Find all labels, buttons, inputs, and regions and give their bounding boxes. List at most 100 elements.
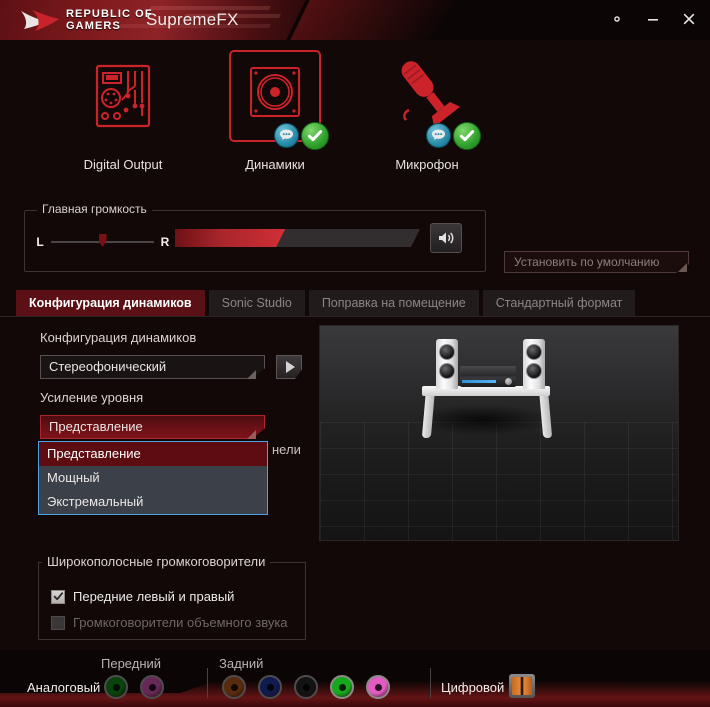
- speaker-config-label: Конфигурация динамиков: [40, 330, 197, 345]
- full-range-speakers-group: Широкополосные громкоговорители Передние…: [38, 554, 306, 640]
- device-label: Микрофон: [395, 157, 459, 172]
- side-black-jack[interactable]: [294, 675, 318, 699]
- rog-logo-icon: [18, 8, 62, 34]
- banner-sheen: [290, 0, 490, 40]
- balance-thumb[interactable]: [98, 234, 107, 247]
- speaker-config-dropdown[interactable]: Стереофонический: [40, 355, 265, 379]
- close-button[interactable]: [678, 8, 700, 30]
- tab-bar: Конфигурация динамиков Sonic Studio Попр…: [16, 290, 636, 316]
- title-bar: REPUBLIC OF GAMERS SupremeFX: [0, 0, 710, 40]
- preview-speaker-driver: [439, 344, 455, 360]
- close-icon: [683, 13, 695, 25]
- tab-speaker-configuration[interactable]: Конфигурация динамиков: [16, 290, 205, 316]
- device-selector-row: Digital Output Динамики Микрофон: [0, 44, 710, 184]
- device-icon-wrap: [227, 48, 329, 150]
- checkbox-front-left-right-row[interactable]: Передние левый и правый: [51, 589, 234, 604]
- level-gain-dropdown[interactable]: Представление: [40, 415, 265, 439]
- balance-track[interactable]: [51, 234, 154, 247]
- level-gain-dropdown-arrow-icon[interactable]: [247, 430, 256, 439]
- rear-jack-group: [222, 675, 390, 699]
- master-volume-title: Главная громкость: [37, 202, 152, 216]
- device-label: Digital Output: [83, 157, 163, 172]
- balance-slider[interactable]: L R: [35, 229, 170, 255]
- preview-speaker-driver: [526, 344, 542, 360]
- device-digital-output[interactable]: Digital Output: [48, 44, 198, 184]
- mic-in-pink-jack[interactable]: [140, 675, 164, 699]
- preview-speaker-driver: [526, 363, 542, 379]
- jack-hole: [148, 683, 156, 691]
- rog-brand-line-2: GAMERS: [66, 20, 121, 32]
- rog-brand-line-1: REPUBLIC OF: [66, 8, 153, 20]
- line-out-green-jack[interactable]: [104, 675, 128, 699]
- jack-hole: [374, 683, 382, 691]
- speaker-config-dropdown-arrow-icon[interactable]: [247, 370, 256, 379]
- surround-speakers-checkbox: [51, 615, 65, 630]
- surround-speakers-label: Громкоговорители объемного звука: [73, 615, 288, 630]
- level-gain-option-powerful[interactable]: Мощный: [39, 466, 267, 490]
- device-speakers[interactable]: Динамики: [200, 44, 350, 184]
- rear-panel-label: Задний: [219, 656, 264, 671]
- circuit-board-icon: [95, 64, 151, 128]
- check-badge-icon: [453, 122, 481, 150]
- gear-icon: [614, 16, 620, 22]
- level-gain-option-performance[interactable]: Представление: [39, 442, 267, 466]
- checkbox-surround-speakers-row: Громкоговорители объемного звука: [51, 615, 288, 630]
- preview-speaker-left: [436, 339, 458, 389]
- rog-brand-text: REPUBLIC OF GAMERS: [66, 8, 153, 32]
- jack-hole: [338, 683, 346, 691]
- preview-receiver-knob: [505, 378, 512, 385]
- master-volume-slider[interactable]: [175, 229, 420, 247]
- chat-badge-icon[interactable]: [274, 123, 299, 148]
- preview-receiver-display: [462, 380, 496, 383]
- spdif-port-icon[interactable]: [509, 674, 535, 698]
- center-sub-orange-jack[interactable]: [222, 675, 246, 699]
- tab-sonic-studio[interactable]: Sonic Studio: [208, 290, 305, 316]
- device-label: Динамики: [245, 157, 305, 172]
- supremefx-window: REPUBLIC OF GAMERS SupremeFX Digital Out…: [0, 0, 710, 707]
- mute-toggle-button[interactable]: [430, 223, 462, 253]
- test-play-button[interactable]: [276, 355, 302, 379]
- device-icon-wrap: [379, 48, 481, 150]
- jack-group-divider: [430, 668, 431, 698]
- master-volume-group: Главная громкость L R: [24, 202, 486, 272]
- minimize-button[interactable]: [642, 8, 664, 30]
- preview-floor-grid: [320, 422, 678, 540]
- speaker-layout-preview: [319, 325, 679, 541]
- speaker-wave-icon: [438, 232, 453, 244]
- chat-badge-icon[interactable]: [426, 123, 451, 148]
- mic-in-pink-jack[interactable]: [366, 675, 390, 699]
- spdif-port-inner: [512, 677, 532, 695]
- front-panel-label: Передний: [101, 656, 162, 671]
- front-jack-group: [104, 675, 164, 699]
- master-volume-fill: [175, 229, 285, 247]
- device-icon-wrap: [75, 48, 171, 144]
- jack-hole: [230, 683, 238, 691]
- check-badge-icon: [301, 122, 329, 150]
- settings-button[interactable]: [606, 8, 628, 30]
- tab-underline: [0, 316, 710, 317]
- front-left-right-label: Передние левый и правый: [73, 589, 235, 604]
- tab-default-format[interactable]: Стандартный формат: [482, 290, 636, 316]
- jack-hole: [302, 683, 310, 691]
- tab-room-correction[interactable]: Поправка на помещение: [308, 290, 479, 316]
- analog-label: Аналоговый: [27, 680, 101, 695]
- set-default-button[interactable]: Установить по умолчанию: [504, 251, 689, 273]
- device-microphone[interactable]: Микрофон: [352, 44, 502, 184]
- jack-hole: [266, 683, 274, 691]
- preview-speaker-driver: [439, 363, 455, 379]
- front-left-right-checkbox[interactable]: [51, 589, 65, 604]
- app-title: SupremeFX: [146, 10, 239, 29]
- balance-right-label: R: [160, 235, 170, 249]
- balance-left-label: L: [36, 235, 44, 249]
- preview-speaker-right: [523, 339, 545, 389]
- play-icon: [286, 361, 295, 373]
- line-out-green-jack[interactable]: [330, 675, 354, 699]
- checkmark-icon: [53, 592, 63, 601]
- minimize-icon: [648, 19, 658, 21]
- level-gain-label: Усиление уровня: [40, 390, 144, 405]
- rear-blue-jack[interactable]: [258, 675, 282, 699]
- jack-group-divider: [207, 668, 208, 698]
- occluded-label: нели: [272, 442, 301, 457]
- level-gain-options-list: Представление Мощный Экстремальный: [38, 441, 268, 515]
- level-gain-option-extreme[interactable]: Экстремальный: [39, 490, 267, 514]
